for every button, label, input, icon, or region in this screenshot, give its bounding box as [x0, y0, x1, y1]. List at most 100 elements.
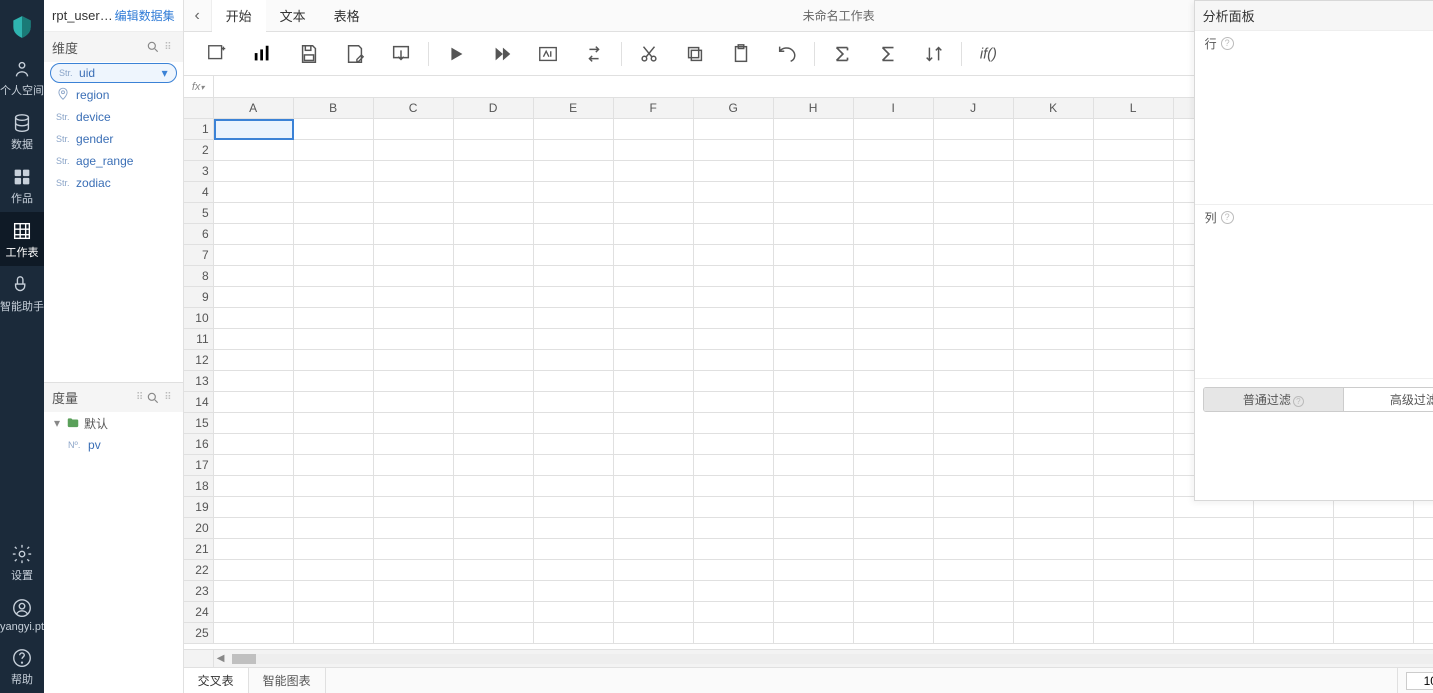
cell[interactable]	[854, 455, 934, 476]
rail-personal-space[interactable]: 个人空间	[0, 50, 44, 104]
cell[interactable]	[294, 581, 374, 602]
cell[interactable]	[1334, 623, 1414, 644]
cell[interactable]	[1254, 581, 1334, 602]
cell[interactable]	[454, 203, 534, 224]
scroll-left-icon[interactable]: ◀	[214, 653, 228, 664]
cell[interactable]	[934, 308, 1014, 329]
cell[interactable]	[1334, 602, 1414, 623]
col-header[interactable]: A	[214, 98, 294, 119]
cell[interactable]	[774, 476, 854, 497]
row-header[interactable]: 22	[184, 560, 214, 581]
cell[interactable]	[214, 602, 294, 623]
cell[interactable]	[774, 434, 854, 455]
cell[interactable]	[854, 497, 934, 518]
cell[interactable]	[214, 224, 294, 245]
cell[interactable]	[854, 140, 934, 161]
cell[interactable]	[614, 266, 694, 287]
dimension-field[interactable]: Str.uid▾	[50, 63, 177, 83]
swap-button[interactable]	[571, 36, 617, 72]
cell[interactable]	[454, 119, 534, 140]
cell[interactable]	[614, 287, 694, 308]
insert-chart-button[interactable]	[240, 36, 286, 72]
cell[interactable]	[694, 560, 774, 581]
cell[interactable]	[1014, 434, 1094, 455]
cell[interactable]	[934, 245, 1014, 266]
cell[interactable]	[694, 623, 774, 644]
cell[interactable]	[614, 602, 694, 623]
cell[interactable]	[374, 518, 454, 539]
cell[interactable]	[694, 476, 774, 497]
cell[interactable]	[854, 119, 934, 140]
cell[interactable]	[454, 602, 534, 623]
cell[interactable]	[1094, 140, 1174, 161]
cell[interactable]	[294, 476, 374, 497]
cell[interactable]	[614, 623, 694, 644]
cell[interactable]	[1414, 602, 1433, 623]
cell[interactable]	[534, 371, 614, 392]
tab-table[interactable]: 表格	[320, 0, 374, 31]
cell[interactable]	[454, 245, 534, 266]
cell[interactable]	[854, 539, 934, 560]
cell[interactable]	[214, 623, 294, 644]
cell[interactable]	[294, 329, 374, 350]
cell[interactable]	[934, 350, 1014, 371]
cell[interactable]	[854, 287, 934, 308]
cell[interactable]	[854, 413, 934, 434]
cell[interactable]	[454, 497, 534, 518]
cell[interactable]	[694, 224, 774, 245]
cell[interactable]	[774, 518, 854, 539]
cell[interactable]	[614, 497, 694, 518]
cell[interactable]	[1414, 623, 1433, 644]
cell[interactable]	[934, 413, 1014, 434]
cell[interactable]	[1094, 602, 1174, 623]
col-header[interactable]: K	[1014, 98, 1094, 119]
cell[interactable]	[694, 434, 774, 455]
help-icon[interactable]: ?	[1221, 211, 1234, 224]
cell[interactable]	[614, 161, 694, 182]
cell[interactable]	[614, 455, 694, 476]
dimension-field[interactable]: Str.zodiac	[44, 172, 183, 194]
cell[interactable]	[1014, 350, 1094, 371]
col-header[interactable]: J	[934, 98, 1014, 119]
cell[interactable]	[294, 413, 374, 434]
rail-works[interactable]: 作品	[0, 158, 44, 212]
cell[interactable]	[294, 287, 374, 308]
paste-button[interactable]	[718, 36, 764, 72]
cell[interactable]	[854, 581, 934, 602]
cell[interactable]	[1334, 518, 1414, 539]
cell[interactable]	[934, 560, 1014, 581]
cell[interactable]	[454, 287, 534, 308]
fx-button[interactable]: if()	[966, 36, 1012, 72]
cell[interactable]	[774, 308, 854, 329]
search-icon[interactable]	[146, 391, 160, 405]
cell[interactable]	[1014, 497, 1094, 518]
cell[interactable]	[774, 539, 854, 560]
cell[interactable]	[374, 350, 454, 371]
sql-button[interactable]	[525, 36, 571, 72]
cell[interactable]	[854, 623, 934, 644]
cell[interactable]	[1014, 560, 1094, 581]
cell[interactable]	[1014, 161, 1094, 182]
cell[interactable]	[1094, 413, 1174, 434]
cell[interactable]	[214, 203, 294, 224]
cell[interactable]	[374, 434, 454, 455]
cell[interactable]	[934, 140, 1014, 161]
cell[interactable]	[1014, 308, 1094, 329]
cell[interactable]	[614, 350, 694, 371]
cell[interactable]	[934, 476, 1014, 497]
cell[interactable]	[1094, 266, 1174, 287]
cell[interactable]	[694, 308, 774, 329]
cell[interactable]	[294, 623, 374, 644]
cell[interactable]	[774, 350, 854, 371]
cell[interactable]	[934, 182, 1014, 203]
dimension-field[interactable]: Str.device	[44, 106, 183, 128]
cell[interactable]	[454, 224, 534, 245]
cell[interactable]	[1254, 518, 1334, 539]
cell[interactable]	[1414, 560, 1433, 581]
filter-basic-option[interactable]: 普通过滤?	[1204, 388, 1344, 411]
cell[interactable]	[294, 518, 374, 539]
dimension-field[interactable]: region	[44, 84, 183, 106]
cell[interactable]	[1334, 539, 1414, 560]
sheet-tab-crosstab[interactable]: 交叉表	[184, 668, 249, 693]
cell[interactable]	[454, 308, 534, 329]
